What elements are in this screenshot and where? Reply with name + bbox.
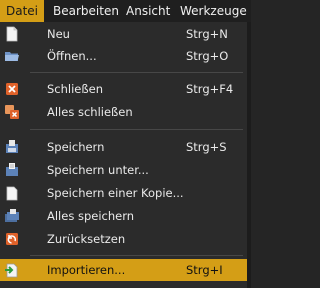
menu-item-shortcut: Strg+I <box>186 263 223 277</box>
menu-item-shortcut: Strg+S <box>186 140 227 154</box>
menubar-item-ansicht[interactable]: Ansicht <box>126 0 170 22</box>
menu-item-label: Schließen <box>47 82 103 96</box>
open-folder-icon <box>4 48 20 64</box>
menu-item-label: Alles schließen <box>47 105 133 119</box>
menu-item-revert[interactable]: Zurücksetzen <box>0 228 247 250</box>
menu-item-save-all[interactable]: Alles speichern <box>0 205 247 227</box>
menu-item-close-all[interactable]: Alles schließen <box>0 101 247 123</box>
menubar: Datei Bearbeiten Ansicht Werkzeuge <box>0 0 251 23</box>
menu-item-save[interactable]: Speichern Strg+S <box>0 136 247 158</box>
menu-item-shortcut: Strg+F4 <box>186 82 234 96</box>
menubar-item-werkzeuge[interactable]: Werkzeuge <box>180 0 247 22</box>
menu-item-label: Zurücksetzen <box>47 232 126 246</box>
menubar-item-datei[interactable]: Datei <box>0 0 44 22</box>
file-dropdown-menu: Neu Strg+N Öffnen... Strg+O Schließen St… <box>0 22 248 288</box>
save-copy-icon <box>4 185 20 201</box>
menu-item-open[interactable]: Öffnen... Strg+O <box>0 45 247 67</box>
menu-item-shortcut: Strg+O <box>186 49 229 63</box>
menu-item-close[interactable]: Schließen Strg+F4 <box>0 78 247 100</box>
menu-item-label: Neu <box>47 27 70 41</box>
menu-item-label: Öffnen... <box>47 49 97 63</box>
menu-item-shortcut: Strg+N <box>186 27 228 41</box>
menu-item-label: Speichern unter... <box>47 163 149 177</box>
save-all-icon <box>4 208 20 224</box>
menu-separator <box>30 129 243 130</box>
menu-item-label: Speichern einer Kopie... <box>47 186 184 200</box>
save-icon <box>4 139 20 155</box>
menubar-item-bearbeiten[interactable]: Bearbeiten <box>53 0 119 22</box>
close-all-icon <box>4 104 20 120</box>
menu-item-label: Importieren... <box>47 263 126 277</box>
menu-item-save-copy[interactable]: Speichern einer Kopie... <box>0 182 247 204</box>
menu-item-save-as[interactable]: Speichern unter... <box>0 159 247 181</box>
menu-item-new[interactable]: Neu Strg+N <box>0 23 247 45</box>
import-icon <box>4 262 20 278</box>
revert-icon <box>4 231 20 247</box>
menu-separator <box>30 255 243 256</box>
new-file-icon <box>4 26 20 42</box>
background-strip <box>247 22 251 288</box>
close-icon <box>4 81 20 97</box>
save-as-icon <box>4 162 20 178</box>
menu-item-label: Speichern <box>47 140 105 154</box>
menu-item-label: Alles speichern <box>47 209 135 223</box>
menu-separator <box>30 72 243 73</box>
menu-item-import[interactable]: Importieren... Strg+I <box>0 259 247 281</box>
